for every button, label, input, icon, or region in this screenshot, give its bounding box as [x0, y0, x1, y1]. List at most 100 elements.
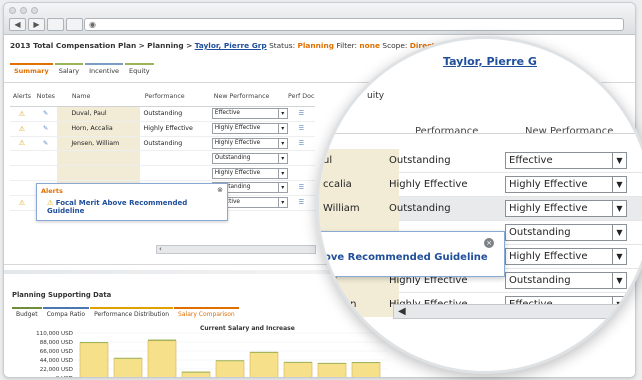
alert-cell[interactable]: ⚠	[10, 199, 34, 207]
tab-salary[interactable]: Salary	[54, 63, 84, 77]
close-icon[interactable]: ⊗	[217, 186, 223, 194]
chevron-down-icon[interactable]: ▾	[277, 153, 287, 163]
lens-close-icon[interactable]: ×	[484, 238, 494, 248]
lens-equity-tab[interactable]: uity	[367, 91, 384, 101]
notes-icon[interactable]: ✎	[34, 125, 58, 132]
chevron-down-icon[interactable]: ▼	[612, 153, 626, 168]
chart-bar[interactable]	[249, 352, 279, 378]
forward-button[interactable]: ▶	[28, 18, 45, 31]
chart-increase-bar[interactable]	[80, 342, 108, 343]
chart-increase-bar[interactable]	[216, 360, 244, 362]
chevron-down-icon[interactable]: ▾	[277, 168, 287, 178]
new-performance-select[interactable]: Highly Effective ▾	[211, 123, 288, 135]
tab-summary[interactable]: Summary	[10, 63, 53, 77]
lens-new-performance-select[interactable]: Outstanding ▼	[505, 224, 627, 241]
table-row[interactable]: ⚠ ✎ Duval, Paul Outstanding Effective ▾ ☰	[10, 107, 315, 122]
tab-performance-distribution[interactable]: Performance Distribution	[90, 307, 174, 320]
table-row[interactable]: ⚠ ✎ Horn, Accalia Highly Effective Highly Ef…	[10, 121, 315, 137]
tab-equity[interactable]: Equity	[125, 63, 154, 77]
alert-cell[interactable]: ⚠	[10, 110, 34, 118]
lens-employee-name[interactable]: Evelyn	[319, 293, 399, 317]
perf-doc-icon[interactable]: ☰	[288, 199, 315, 206]
scroll-left-icon[interactable]: ‹	[159, 245, 162, 253]
chevron-down-icon[interactable]: ▾	[277, 138, 287, 148]
header-new-performance[interactable]: New Performance	[214, 93, 288, 100]
lens-employee-name[interactable]: ccalia	[319, 173, 399, 197]
chevron-down-icon[interactable]: ▾	[277, 109, 287, 119]
table-row[interactable]: ⚠ ✎ Jensen, William Outstanding Highly Effec…	[10, 136, 315, 152]
reload-button[interactable]	[47, 18, 64, 31]
breadcrumb-plan[interactable]: 2013 Total Compensation Plan	[10, 41, 136, 50]
chart-bar[interactable]	[147, 340, 177, 378]
lens-header-new-performance[interactable]: New Performance	[525, 126, 613, 137]
chart-bar[interactable]	[215, 360, 245, 378]
employee-name[interactable]: Jensen, William	[57, 136, 141, 151]
breadcrumb-planning[interactable]: Planning	[147, 41, 184, 50]
lens-new-performance-select[interactable]: Highly Effective ▼	[505, 176, 627, 193]
header-alerts[interactable]: Alerts	[10, 93, 34, 100]
warning-icon[interactable]: ⚠	[19, 110, 25, 118]
lens-new-performance-select[interactable]: Highly Effective ▼	[505, 248, 627, 265]
new-performance-select[interactable]: Highly Effective ▾	[211, 137, 288, 149]
lens-horizontal-scrollbar[interactable]: ◀	[393, 304, 642, 319]
new-performance-select[interactable]: Outstanding ▾	[211, 152, 288, 164]
lens-new-performance-select[interactable]: Effective ▼	[505, 152, 627, 169]
table-row[interactable]: Highly Effective ▾	[10, 166, 315, 181]
warning-icon[interactable]: ⚠	[19, 199, 25, 207]
perf-doc-icon[interactable]: ☰	[288, 184, 315, 191]
chart-bar[interactable]	[113, 358, 143, 378]
employee-link[interactable]: Taylor, Pierre Grp	[195, 41, 267, 50]
alert-cell[interactable]: ⚠	[10, 125, 34, 133]
tab-budget[interactable]: Budget	[12, 307, 42, 320]
home-button[interactable]	[66, 18, 83, 31]
employee-name[interactable]	[57, 166, 141, 180]
address-bar[interactable]: ◉	[84, 18, 624, 31]
close-window-icon[interactable]	[9, 7, 16, 14]
new-performance-select[interactable]: Highly Effective ▾	[211, 167, 288, 179]
minimize-window-icon[interactable]	[20, 7, 27, 14]
warning-icon[interactable]: ⚠	[19, 125, 25, 133]
perf-doc-icon[interactable]: ☰	[288, 140, 315, 147]
header-performance[interactable]: Performance	[142, 93, 214, 100]
lens-table-row[interactable]: William Outstanding Highly Effective ▼	[319, 197, 642, 221]
lens-new-performance-select[interactable]: Highly Effective ▼	[505, 200, 627, 217]
perf-doc-icon[interactable]: ☰	[288, 125, 315, 132]
chart-increase-bar[interactable]	[284, 361, 312, 363]
notes-icon[interactable]: ✎	[34, 140, 58, 147]
chart-bar[interactable]	[181, 371, 211, 378]
tab-incentive[interactable]: Incentive	[85, 63, 124, 77]
header-name[interactable]: Name	[58, 87, 142, 106]
lens-table-row[interactable]: ul Outstanding Effective ▼	[319, 149, 642, 173]
tab-salary-comparison[interactable]: Salary Comparison	[174, 307, 239, 320]
chevron-down-icon[interactable]: ▾	[277, 124, 287, 134]
chevron-down-icon[interactable]: ▼	[612, 249, 626, 264]
header-notes[interactable]: Notes	[34, 93, 58, 100]
chevron-down-icon[interactable]: ▼	[612, 177, 626, 192]
new-performance-select[interactable]: Effective ▾	[211, 108, 288, 120]
warning-icon[interactable]: ⚠	[19, 139, 25, 147]
tab-compa-ratio[interactable]: Compa Ratio	[42, 307, 90, 320]
back-button[interactable]: ◀	[9, 18, 26, 31]
chart-bar[interactable]	[283, 362, 313, 378]
lens-scroll-left-icon[interactable]: ◀	[398, 306, 406, 317]
grid-horizontal-scrollbar[interactable]: ‹	[156, 245, 316, 254]
maximize-window-icon[interactable]	[31, 7, 38, 14]
chart-bar[interactable]	[79, 342, 109, 378]
lens-employee-name[interactable]: ul	[319, 149, 399, 173]
table-row[interactable]: Outstanding ▾	[10, 151, 315, 167]
chart-increase-bar[interactable]	[148, 339, 176, 341]
lens-table-row[interactable]: ccalia Highly Effective Highly Effective ▼	[319, 173, 642, 197]
lens-new-performance-select[interactable]: Outstanding ▼	[505, 272, 627, 289]
notes-icon[interactable]: ✎	[34, 110, 58, 117]
chart-increase-bar[interactable]	[250, 351, 278, 353]
lens-employee-link[interactable]: Taylor, Pierre G	[443, 55, 537, 68]
chevron-down-icon[interactable]: ▾	[277, 183, 287, 193]
employee-name[interactable]	[57, 151, 141, 166]
perf-doc-icon[interactable]: ☰	[288, 110, 315, 117]
chevron-down-icon[interactable]: ▼	[612, 201, 626, 216]
header-perf-doc[interactable]: Perf Doc	[287, 93, 315, 100]
chart-increase-bar[interactable]	[114, 357, 142, 359]
employee-name[interactable]: Horn, Accalia	[57, 121, 141, 136]
alert-cell[interactable]: ⚠	[10, 139, 34, 147]
chevron-down-icon[interactable]: ▼	[612, 225, 626, 240]
